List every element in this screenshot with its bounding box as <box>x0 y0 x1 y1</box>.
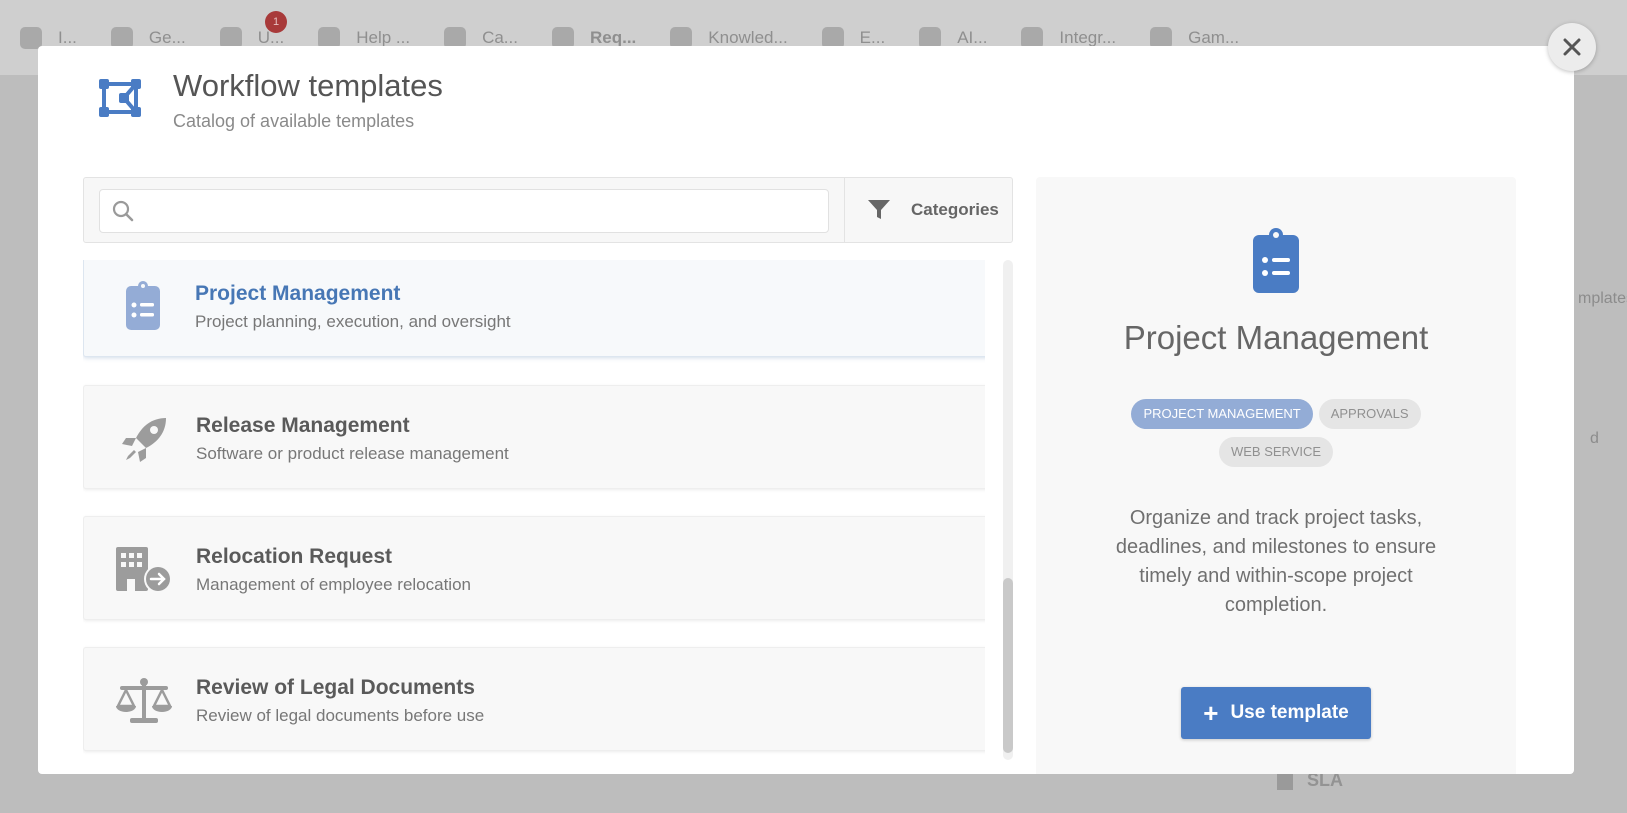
template-description: Project planning, execution, and oversig… <box>195 312 511 331</box>
search-toolbar: Categories <box>83 177 1013 243</box>
template-description: Software or product release management <box>196 444 509 463</box>
close-modal-button[interactable] <box>1548 23 1596 71</box>
template-title: Project Management <box>195 282 401 305</box>
tag-approvals: APPROVALS <box>1318 399 1421 429</box>
modal-title: Workflow templates <box>173 68 443 103</box>
categories-filter-button[interactable]: Categories <box>844 178 1013 242</box>
search-field[interactable] <box>99 189 829 234</box>
template-title: Release Management <box>196 414 410 437</box>
clipboard-list-icon <box>114 278 174 338</box>
template-detail-panel: Project Management PROJECT MANAGEMENT APP… <box>1036 177 1516 774</box>
workflow-icon <box>98 76 142 120</box>
tag-project-management: PROJECT MANAGEMENT <box>1131 399 1313 429</box>
notification-badge: 1 <box>265 11 287 33</box>
template-card-relocation-request[interactable]: Relocation Request Management of employe… <box>83 516 985 620</box>
template-list: Project Management Project planning, exe… <box>83 260 985 774</box>
template-description: Review of legal documents before use <box>196 706 485 725</box>
use-template-button[interactable]: + Use template <box>1181 687 1371 739</box>
search-input[interactable] <box>144 190 818 234</box>
search-icon <box>112 200 134 222</box>
detail-title: Project Management <box>1123 319 1429 356</box>
template-card-project-management[interactable]: Project Management Project planning, exe… <box>83 260 985 357</box>
template-title: Relocation Request <box>196 545 393 568</box>
scales-icon <box>114 672 174 732</box>
use-template-label: Use template <box>1230 702 1349 723</box>
rocket-icon <box>114 410 174 470</box>
template-title: Review of Legal Documents <box>196 676 475 699</box>
template-card-release-management[interactable]: Release Management Software or product r… <box>83 385 985 489</box>
detail-description: Organize and track project tasks, deadli… <box>1115 507 1437 616</box>
clipboard-list-icon <box>1243 225 1309 300</box>
bg-side-text: mplates <box>1578 290 1627 307</box>
plus-icon: + <box>1203 698 1219 728</box>
template-card-review-legal-documents[interactable]: Review of Legal Documents Review of lega… <box>83 647 985 751</box>
workflow-templates-modal: Workflow templates Catalog of available … <box>38 46 1574 774</box>
filter-icon <box>868 200 890 219</box>
bg-side-text: d <box>1590 430 1599 447</box>
template-description: Management of employee relocation <box>196 575 471 594</box>
list-scrollbar-thumb[interactable] <box>1003 578 1013 753</box>
close-icon <box>1563 38 1581 56</box>
modal-subtitle: Catalog of available templates <box>173 111 415 131</box>
building-arrow-icon <box>114 541 174 601</box>
tag-list: PROJECT MANAGEMENT APPROVALS WEB SERVICE <box>1036 395 1516 471</box>
tag-web-service: WEB SERVICE <box>1218 437 1334 467</box>
categories-label: Categories <box>911 200 999 219</box>
